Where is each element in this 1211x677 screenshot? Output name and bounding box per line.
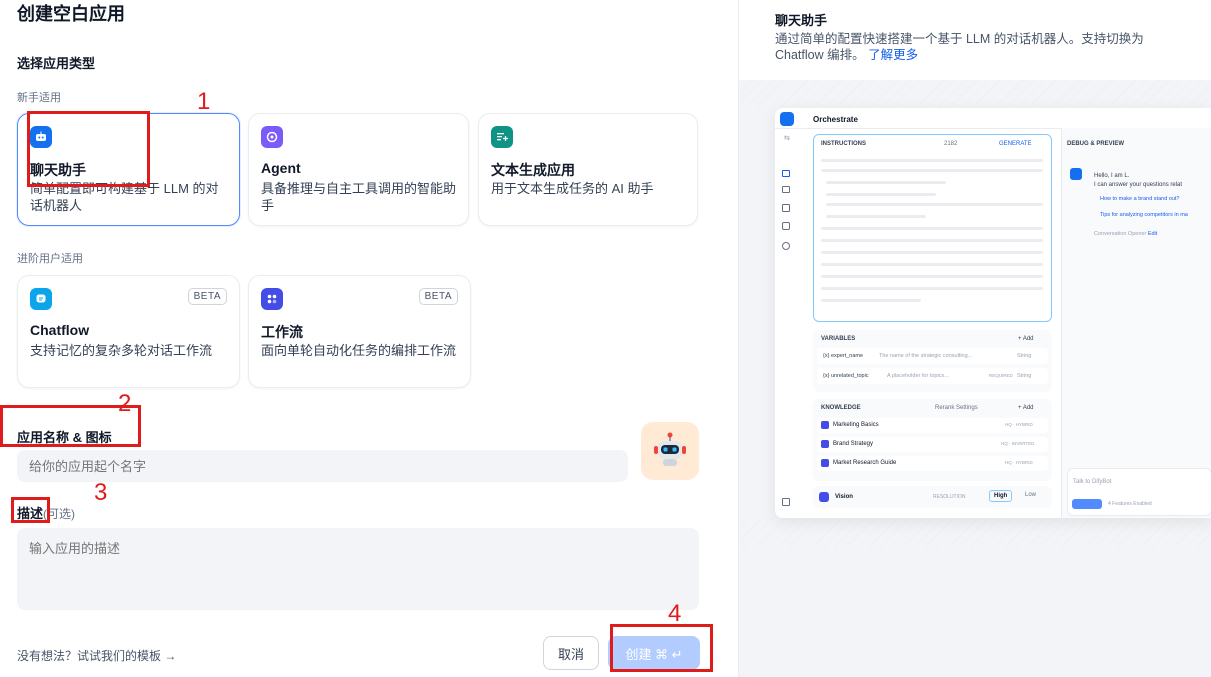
beginner-label: 新手适用 — [17, 92, 61, 104]
preview-rail-icon — [782, 222, 790, 230]
preview-knowledge-row: Market Research Guide HQ · HYBRID — [817, 456, 1048, 471]
annotation-number-4: 4 — [668, 600, 682, 627]
card-title: Agent — [261, 160, 301, 176]
preview-rail-icon — [782, 170, 790, 177]
create-app-panel: 创建空白应用 选择应用类型 新手适用 聊天助手 简单配置即可构建基于 LLM 的… — [0, 0, 738, 677]
preview-debug-label: DEBUG & PREVIEW — [1067, 141, 1125, 147]
hatch-top — [739, 80, 1211, 108]
advanced-label: 进阶用户适用 — [17, 253, 83, 265]
preview-knowledge-label: KNOWLEDGE — [821, 405, 861, 411]
beta-badge: BETA — [187, 288, 227, 305]
preview-rail-icon — [782, 242, 790, 250]
preview-bot-msg: Hello, I am L. I can answer your question… — [1094, 173, 1183, 188]
preview-chat-input: Talk to DifyBot 4 Features Enabled — [1067, 468, 1211, 516]
app-preview-screenshot: ⇆ Orchestrate INSTRUCTIONS 2182 GENERATE — [775, 108, 1211, 518]
info-title: 聊天助手 — [775, 13, 828, 28]
app-desc-textarea[interactable] — [17, 528, 699, 610]
preview-opener-row: Conversation Opener Edit — [1094, 231, 1158, 237]
card-desc: 支持记忆的复杂多轮对话工作流 — [30, 343, 213, 358]
preview-knowledge-row: Marketing Basics HQ · HYBRID — [817, 418, 1048, 433]
app-type-card-agent[interactable]: Agent 具备推理与自主工具调用的智能助手 — [248, 113, 469, 226]
card-desc: 具备推理与自主工具调用的智能助手 — [261, 181, 457, 213]
app-type-card-workflow[interactable]: BETA 工作流 面向单轮自动化任务的编排工作流 — [248, 275, 471, 388]
preview-variables-label: VARIABLES — [821, 336, 856, 342]
preview-variables: VARIABLES + Add {x} expert_name The name … — [813, 330, 1052, 392]
template-link[interactable]: 没有想法？试试我们的模板 → — [17, 647, 176, 664]
preview-question: Tips for analyzing competitors in ma — [1100, 212, 1188, 218]
preview-rail-icon: ⇆ — [784, 135, 790, 142]
app-type-preview-panel: 聊天助手 通过简单的配置快速搭建一个基于 LLM 的对话机器人。支持切换为 Ch… — [738, 0, 1211, 677]
app-type-card-chatflow[interactable]: BETA Chatflow 支持记忆的复杂多轮对话工作流 — [17, 275, 240, 388]
preview-rail-icon — [782, 498, 790, 506]
preview-rerank: Rerank Settings — [935, 405, 978, 411]
preview-generate: GENERATE — [999, 141, 1032, 147]
preview-question: How to make a brand stand out? — [1100, 196, 1180, 202]
hatch-bottom — [739, 518, 1211, 548]
preview-orchestrate: Orchestrate — [813, 115, 858, 124]
info-desc-row: 通过简单的配置快速搭建一个基于 LLM 的对话机器人。支持切换为 Chatflo… — [775, 31, 1175, 63]
preview-bot-avatar-icon — [1070, 168, 1082, 180]
info-desc: 通过简单的配置快速搭建一个基于 LLM 的对话机器人。支持切换为 Chatflo… — [775, 32, 1144, 62]
annotation-box-1 — [27, 111, 150, 187]
text-generator-icon — [491, 126, 513, 148]
card-desc: 用于文本生成任务的 AI 助手 — [491, 181, 654, 196]
app-type-card-text-generator[interactable]: 文本生成应用 用于文本生成任务的 AI 助手 — [478, 113, 698, 226]
app-icon-picker[interactable] — [641, 422, 699, 480]
card-title: 文本生成应用 — [491, 162, 575, 178]
preview-add: + Add — [1018, 405, 1034, 411]
page-title: 创建空白应用 — [17, 4, 125, 24]
beta-badge: BETA — [418, 288, 458, 305]
preview-debug-panel: DEBUG & PREVIEW Hello, I am L. I can answ… — [1062, 128, 1211, 518]
preview-rail-icon — [782, 186, 790, 193]
annotation-number-1: 1 — [197, 88, 211, 115]
chatflow-icon — [30, 288, 52, 310]
agent-icon — [261, 126, 283, 148]
preview-logo-icon — [780, 112, 794, 126]
preview-instructions: INSTRUCTIONS 2182 GENERATE — [813, 134, 1052, 322]
preview-instructions-label: INSTRUCTIONS — [821, 141, 866, 147]
preview-var-row: {x} expert_name The name of the strategic… — [817, 348, 1048, 364]
card-desc: 面向单轮自动化任务的编排工作流 — [261, 343, 457, 358]
annotation-number-2: 2 — [118, 390, 132, 417]
preview-knowledge-row: Brand Strategy HQ · INVERTED — [817, 437, 1048, 452]
annotation-number-3: 3 — [94, 479, 108, 506]
annotation-box-4 — [610, 624, 713, 672]
card-title: 工作流 — [261, 324, 303, 340]
preview-count: 2182 — [944, 141, 958, 147]
cancel-button[interactable]: 取消 — [543, 636, 599, 670]
workflow-icon — [261, 288, 283, 310]
robot-avatar-icon — [654, 432, 686, 466]
preview-add: + Add — [1018, 336, 1034, 342]
annotation-box-3 — [11, 497, 50, 523]
preview-rail-icon — [782, 204, 790, 212]
preview-vision: Vision RESOLUTION High Low — [813, 486, 1052, 508]
card-title: Chatflow — [30, 322, 90, 338]
app-name-input[interactable] — [17, 450, 628, 482]
section-title-app-type: 选择应用类型 — [17, 56, 96, 71]
preview-var-row: {x} unrelated_topic A placeholder for top… — [817, 368, 1048, 384]
learn-more-link[interactable]: 了解更多 — [868, 48, 918, 62]
preview-knowledge: KNOWLEDGE Rerank Settings + Add Marketin… — [813, 399, 1052, 481]
